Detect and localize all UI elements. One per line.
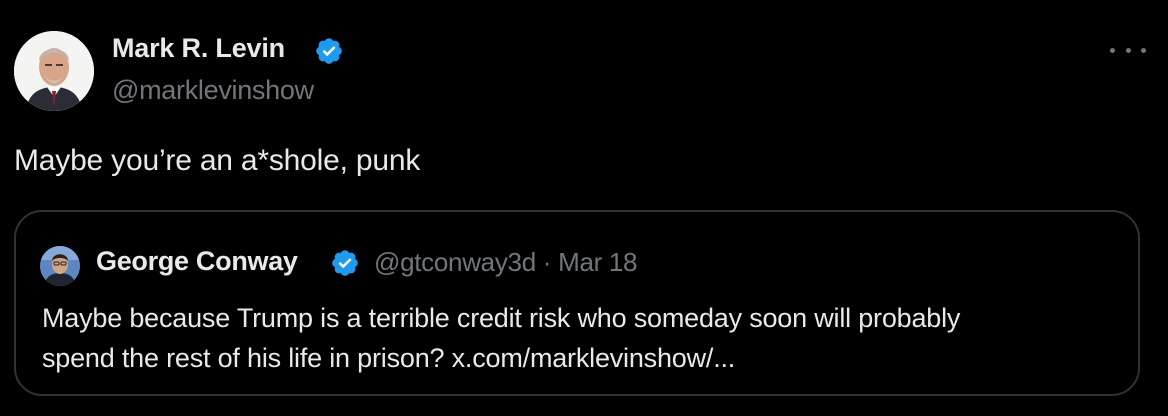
more-dots-icon xyxy=(1141,47,1146,53)
tweet-text: Maybe you’re an a*shole, punk xyxy=(14,144,421,177)
quoted-avatar-photo xyxy=(40,246,80,286)
tweet: Mark R. Levin @marklevinshow Maybe you’r… xyxy=(0,0,1168,416)
quoted-tweet-date[interactable]: Mar 18 xyxy=(558,247,637,277)
quoted-author-meta: @gtconway3d · Mar 18 xyxy=(374,247,638,278)
meta-separator: · xyxy=(542,247,552,277)
quoted-author-name[interactable]: George Conway xyxy=(96,246,298,277)
quoted-author-avatar[interactable] xyxy=(40,246,80,286)
verified-badge-icon[interactable] xyxy=(330,248,360,278)
quoted-tweet-card[interactable]: George Conway @gtconway3d · Mar 18 Maybe… xyxy=(14,210,1140,396)
more-dots-icon xyxy=(1125,47,1131,53)
author-handle[interactable]: @marklevinshow xyxy=(112,75,314,106)
quoted-text-line: Maybe because Trump is a terrible credit… xyxy=(42,303,961,333)
more-options-button[interactable] xyxy=(1110,40,1146,60)
author-name[interactable]: Mark R. Levin xyxy=(112,33,285,64)
quoted-author-handle[interactable]: @gtconway3d xyxy=(374,247,536,277)
quoted-tweet-text: Maybe because Trump is a terrible credit… xyxy=(42,298,1132,378)
avatar-photo xyxy=(14,31,94,111)
more-dots-icon xyxy=(1110,47,1115,53)
quoted-text-line: spend the rest of his life in prison? x.… xyxy=(42,343,736,373)
verified-badge-icon[interactable] xyxy=(314,36,344,66)
author-avatar[interactable] xyxy=(14,31,94,111)
